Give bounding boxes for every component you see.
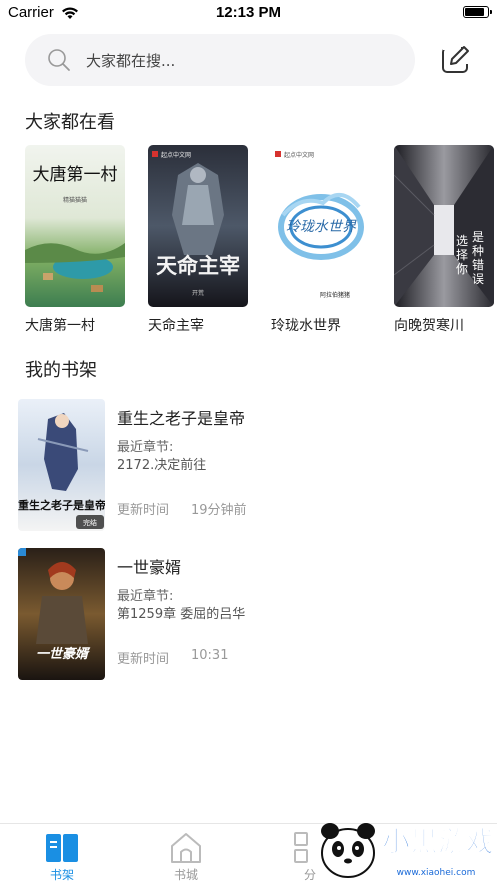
tab-bookshelf[interactable]: 书架: [22, 824, 102, 883]
cover-badge-text: 完结: [83, 518, 97, 527]
cover-title-text: 天命主宰: [156, 253, 240, 278]
book-cover[interactable]: 是种错误 选择你: [394, 145, 494, 307]
shelf-section-title: 我的书架: [25, 360, 97, 381]
book-cover[interactable]: 起点中文网 天命主宰 开荒: [148, 145, 248, 307]
tab-bookstore[interactable]: 书城: [146, 824, 226, 883]
search-placeholder: 大家都在搜...: [86, 52, 176, 70]
search-bar[interactable]: 大家都在搜...: [25, 34, 415, 86]
book-card[interactable]: 起点中文网 天命主宰 开荒 天命主宰: [148, 145, 248, 335]
cover-author-text: 精猫猫猫: [63, 196, 87, 204]
book-cover[interactable]: 大唐第一村 精猫猫猫: [25, 145, 125, 307]
cover-title-text: 大唐第一村: [33, 164, 118, 185]
cover-brand-text: 起点中文网: [284, 151, 314, 159]
cover-author-text: 开荒: [192, 289, 204, 297]
cover-title-text: 玲珑水世界: [286, 219, 357, 235]
cover-author-text: 阿拉伯猪猪: [320, 291, 350, 299]
book-name[interactable]: 天命主宰: [148, 315, 248, 335]
bookshelf-icon: [46, 832, 78, 868]
tab-label: 书架: [49, 868, 74, 882]
cover-title-text: 重生之老子是皇帝: [18, 498, 105, 512]
book-card[interactable]: 起点中文网 玲珑水世界 阿拉伯猪猪 玲珑水世界: [271, 145, 371, 335]
edit-icon[interactable]: [441, 44, 471, 74]
latest-chapter-label: 最近章节:: [117, 440, 174, 455]
watermark-text: 小黑游戏: [382, 825, 494, 858]
cover-title-text: 一世豪婿: [36, 646, 91, 662]
cover-brand-text: 起点中文网: [161, 151, 191, 159]
update-time-label: 更新时间: [117, 652, 170, 667]
shelf-item[interactable]: 重生之老子是皇帝 完结 重生之老子是皇帝 最近章节: 2172.决定前往 更新时…: [18, 399, 478, 531]
clock: 12:13 PM: [215, 4, 282, 21]
book-card[interactable]: 大唐第一村 精猫猫猫 大唐第一村: [25, 145, 125, 335]
search-icon: [47, 48, 71, 76]
latest-chapter: 第1259章 委屈的吕华: [117, 607, 246, 622]
shelf-book-cover[interactable]: 重生之老子是皇帝 完结: [18, 399, 105, 531]
book-card[interactable]: 是种错误 选择你 向晚贺寒川: [394, 145, 494, 335]
latest-chapter-label: 最近章节:: [117, 589, 174, 604]
battery-icon: [463, 6, 492, 18]
update-time: 10:31: [191, 648, 229, 663]
battery-level: [465, 8, 484, 16]
popular-section-title: 大家都在看: [25, 112, 115, 133]
update-time-label: 更新时间: [117, 503, 170, 518]
book-cover[interactable]: 起点中文网 玲珑水世界 阿拉伯猪猪: [271, 145, 371, 307]
update-time: 19分钟前: [191, 503, 247, 518]
book-name[interactable]: 玲珑水世界: [271, 315, 371, 335]
home-icon: [170, 832, 202, 868]
watermark-url: www.xiaohei.com: [397, 868, 476, 878]
shelf-book-cover[interactable]: 一世豪婿: [18, 548, 105, 680]
watermark-logo: 小黑游戏 www.xiaohei.com: [300, 815, 497, 883]
latest-chapter: 2172.决定前往: [117, 458, 207, 473]
book-name[interactable]: 向晚贺寒川: [394, 315, 494, 335]
popular-books: 大唐第一村 精猫猫猫 大唐第一村 起点中文网 天命主宰 开荒 天命主宰 起点中文…: [25, 145, 497, 340]
tab-label: 书城: [173, 868, 198, 882]
shelf-book-title[interactable]: 一世豪婿: [117, 554, 181, 578]
status-bar: Carrier 12:13 PM: [0, 0, 497, 26]
book-name[interactable]: 大唐第一村: [25, 315, 125, 335]
shelf-book-title[interactable]: 重生之老子是皇帝: [117, 405, 245, 429]
shelf-item[interactable]: 一世豪婿 一世豪婿 最近章节: 第1259章 委屈的吕华 更新时间 10:31: [18, 548, 478, 680]
